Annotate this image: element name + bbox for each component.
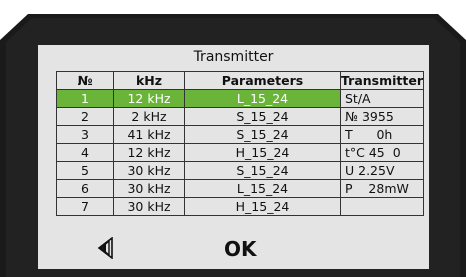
row-khz: 30 kHz <box>113 179 185 198</box>
header-transmitter: Transmitter <box>340 71 424 90</box>
row-number: 6 <box>56 179 114 198</box>
header-parameters: Parameters <box>184 71 341 90</box>
back-arrow-icon <box>97 236 113 260</box>
row-number: 3 <box>56 125 114 144</box>
row-info: № 3955 <box>340 107 424 126</box>
row-parameters: L_15_24 <box>184 179 341 198</box>
table-row[interactable]: 7 30 kHz H_15_24 <box>56 197 424 216</box>
row-parameters: H_15_24 <box>184 143 341 162</box>
table-row[interactable]: 6 30 kHz L_15_24 P 28mW <box>56 179 424 198</box>
table-row[interactable]: 2 2 kHz S_15_24 № 3955 <box>56 107 424 126</box>
row-khz: 12 kHz <box>113 143 185 162</box>
ok-button[interactable]: OK <box>224 237 257 261</box>
row-info: St/A <box>340 89 424 108</box>
row-khz: 2 kHz <box>113 107 185 126</box>
row-info: P 28mW <box>340 179 424 198</box>
row-number: 7 <box>56 197 114 216</box>
row-info: U 2.25V <box>340 161 424 180</box>
transmitter-table: № kHz Parameters Transmitter 1 12 kHz L_… <box>56 71 424 216</box>
screen-title: Transmitter <box>193 49 274 65</box>
row-number: 2 <box>56 107 114 126</box>
row-info: T 0h <box>340 125 424 144</box>
row-parameters: S_15_24 <box>184 161 341 180</box>
row-khz: 12 kHz <box>113 89 185 108</box>
row-number: 4 <box>56 143 114 162</box>
row-khz: 30 kHz <box>113 161 185 180</box>
device-frame: Transmitter № kHz Parameters Transmitter… <box>0 0 466 277</box>
row-parameters: S_15_24 <box>184 107 341 126</box>
row-khz: 30 kHz <box>113 197 185 216</box>
row-parameters: L_15_24 <box>184 89 341 108</box>
row-parameters: S_15_24 <box>184 125 341 144</box>
header-number: № <box>56 71 114 90</box>
row-info <box>340 197 424 216</box>
table-row[interactable]: 5 30 kHz S_15_24 U 2.25V <box>56 161 424 180</box>
table-row[interactable]: 4 12 kHz H_15_24 t°C 45 0 <box>56 143 424 162</box>
header-khz: kHz <box>113 71 185 90</box>
table-row[interactable]: 1 12 kHz L_15_24 St/A <box>56 89 424 108</box>
row-info: t°C 45 0 <box>340 143 424 162</box>
row-number: 5 <box>56 161 114 180</box>
table-row[interactable]: 3 41 kHz S_15_24 T 0h <box>56 125 424 144</box>
display-screen: Transmitter № kHz Parameters Transmitter… <box>38 45 429 269</box>
back-button[interactable] <box>96 236 114 260</box>
row-parameters: H_15_24 <box>184 197 341 216</box>
row-khz: 41 kHz <box>113 125 185 144</box>
row-number: 1 <box>56 89 114 108</box>
table-header-row: № kHz Parameters Transmitter <box>56 71 424 90</box>
